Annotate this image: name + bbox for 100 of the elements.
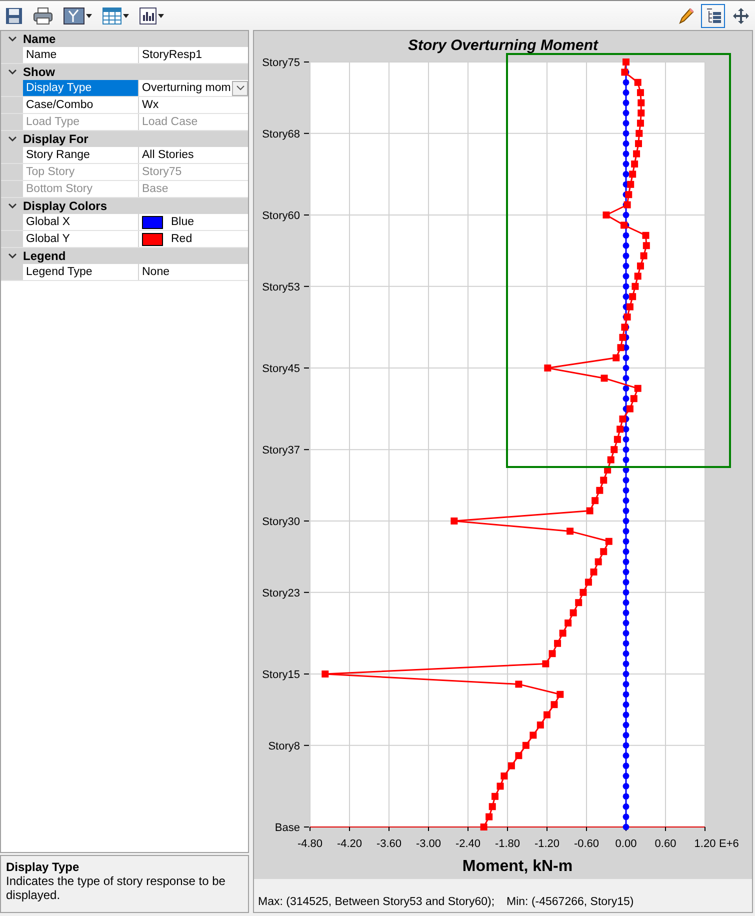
data-point [622, 691, 630, 698]
y-tick-label: Story68 [262, 128, 300, 140]
data-point [622, 140, 630, 147]
data-point [600, 476, 608, 484]
status-text: Max: (314525, Between Story53 and Story60); [258, 896, 495, 908]
data-point [622, 212, 630, 218]
chevron-icon [8, 36, 16, 42]
row-gutter [1, 231, 23, 247]
data-point [622, 150, 630, 157]
data-point [622, 436, 630, 443]
chevron-icon [8, 253, 16, 259]
data-point [622, 548, 630, 555]
row-gutter [1, 181, 23, 197]
property-name[interactable]: Display Type [23, 80, 139, 96]
y-tick-label: Story8 [268, 740, 300, 752]
x-tick-label: -4.20 [336, 838, 362, 850]
property-value: StoryResp1 [142, 49, 202, 61]
data-point [590, 568, 598, 576]
data-point [622, 650, 630, 657]
move-icon [732, 6, 750, 24]
save-icon [5, 6, 23, 24]
data-point [622, 232, 630, 239]
data-point [515, 680, 522, 688]
description-title: Display Type [6, 860, 80, 874]
data-point [550, 701, 558, 708]
data-point [622, 712, 630, 718]
printer-icon [33, 6, 53, 24]
x-tick-label: -0.60 [574, 838, 600, 850]
data-point [515, 752, 522, 760]
data-point [622, 273, 630, 280]
category-title: Display Colors [23, 199, 108, 213]
chevron-icon [8, 69, 16, 75]
data-point [622, 120, 630, 126]
data-point [622, 79, 630, 86]
data-point [450, 518, 458, 524]
property-value: Base [142, 183, 168, 195]
category-header[interactable]: Display For [1, 131, 248, 147]
data-point [622, 508, 630, 514]
data-point [635, 140, 642, 148]
row-gutter [1, 214, 23, 230]
data-point [622, 100, 630, 106]
chart-settings-icon [63, 6, 85, 24]
row-gutter [1, 264, 23, 280]
data-point [631, 160, 638, 168]
data-point [564, 620, 572, 626]
data-point [622, 497, 630, 504]
data-point [622, 610, 630, 616]
data-point [638, 110, 645, 116]
data-point [622, 446, 630, 453]
property-value: None [142, 266, 170, 278]
y-tick-label: Story37 [262, 444, 300, 457]
property-value: Blue [171, 216, 194, 228]
table-icon [102, 6, 122, 24]
data-point [622, 824, 630, 830]
x-tick-label: -1.20 [534, 838, 560, 850]
data-point [622, 783, 630, 790]
tree-button[interactable] [701, 4, 725, 28]
property-value: Wx [142, 99, 159, 111]
data-point [622, 385, 630, 392]
row-gutter [1, 164, 23, 180]
data-point [622, 160, 630, 168]
y-tick-label: Story15 [262, 669, 300, 681]
data-point [622, 487, 630, 494]
y-tick-label: Story53 [262, 281, 300, 294]
data-point [622, 732, 630, 738]
data-point [622, 660, 630, 667]
category-title: Legend [23, 249, 66, 263]
data-point [622, 599, 630, 606]
row-gutter [1, 97, 23, 113]
tree-list-icon [704, 6, 722, 24]
data-point [500, 772, 508, 780]
y-tick-label: Story23 [262, 587, 300, 600]
x-tick-label: 0.60 [654, 838, 676, 850]
data-point [622, 793, 630, 800]
category-header[interactable]: Legend [1, 248, 248, 264]
data-point [622, 252, 630, 259]
category-header[interactable]: Show [1, 64, 248, 80]
data-point [622, 364, 630, 372]
pencil-icon [678, 6, 694, 24]
y-tick-label: Story60 [262, 210, 300, 222]
row-gutter [1, 147, 23, 163]
data-point [622, 375, 630, 382]
chart-title: Story Overturning Moment [408, 37, 598, 54]
data-point [622, 528, 630, 534]
caret-icon [158, 14, 164, 18]
category-title: Display For [23, 132, 88, 146]
data-point [622, 456, 630, 463]
data-point [622, 630, 630, 636]
category-header[interactable]: Name [1, 31, 248, 47]
data-point [622, 589, 630, 596]
data-point [622, 579, 630, 586]
data-point [530, 732, 537, 739]
dropdown-button[interactable] [232, 80, 248, 96]
x-tick-label: -3.00 [416, 838, 442, 850]
property-value: All Stories [142, 149, 194, 161]
category-header[interactable]: Display Colors [1, 198, 248, 214]
data-point [622, 477, 630, 484]
row-gutter [1, 114, 23, 130]
data-point [622, 620, 630, 626]
x-tick-label: -1.80 [494, 838, 520, 850]
